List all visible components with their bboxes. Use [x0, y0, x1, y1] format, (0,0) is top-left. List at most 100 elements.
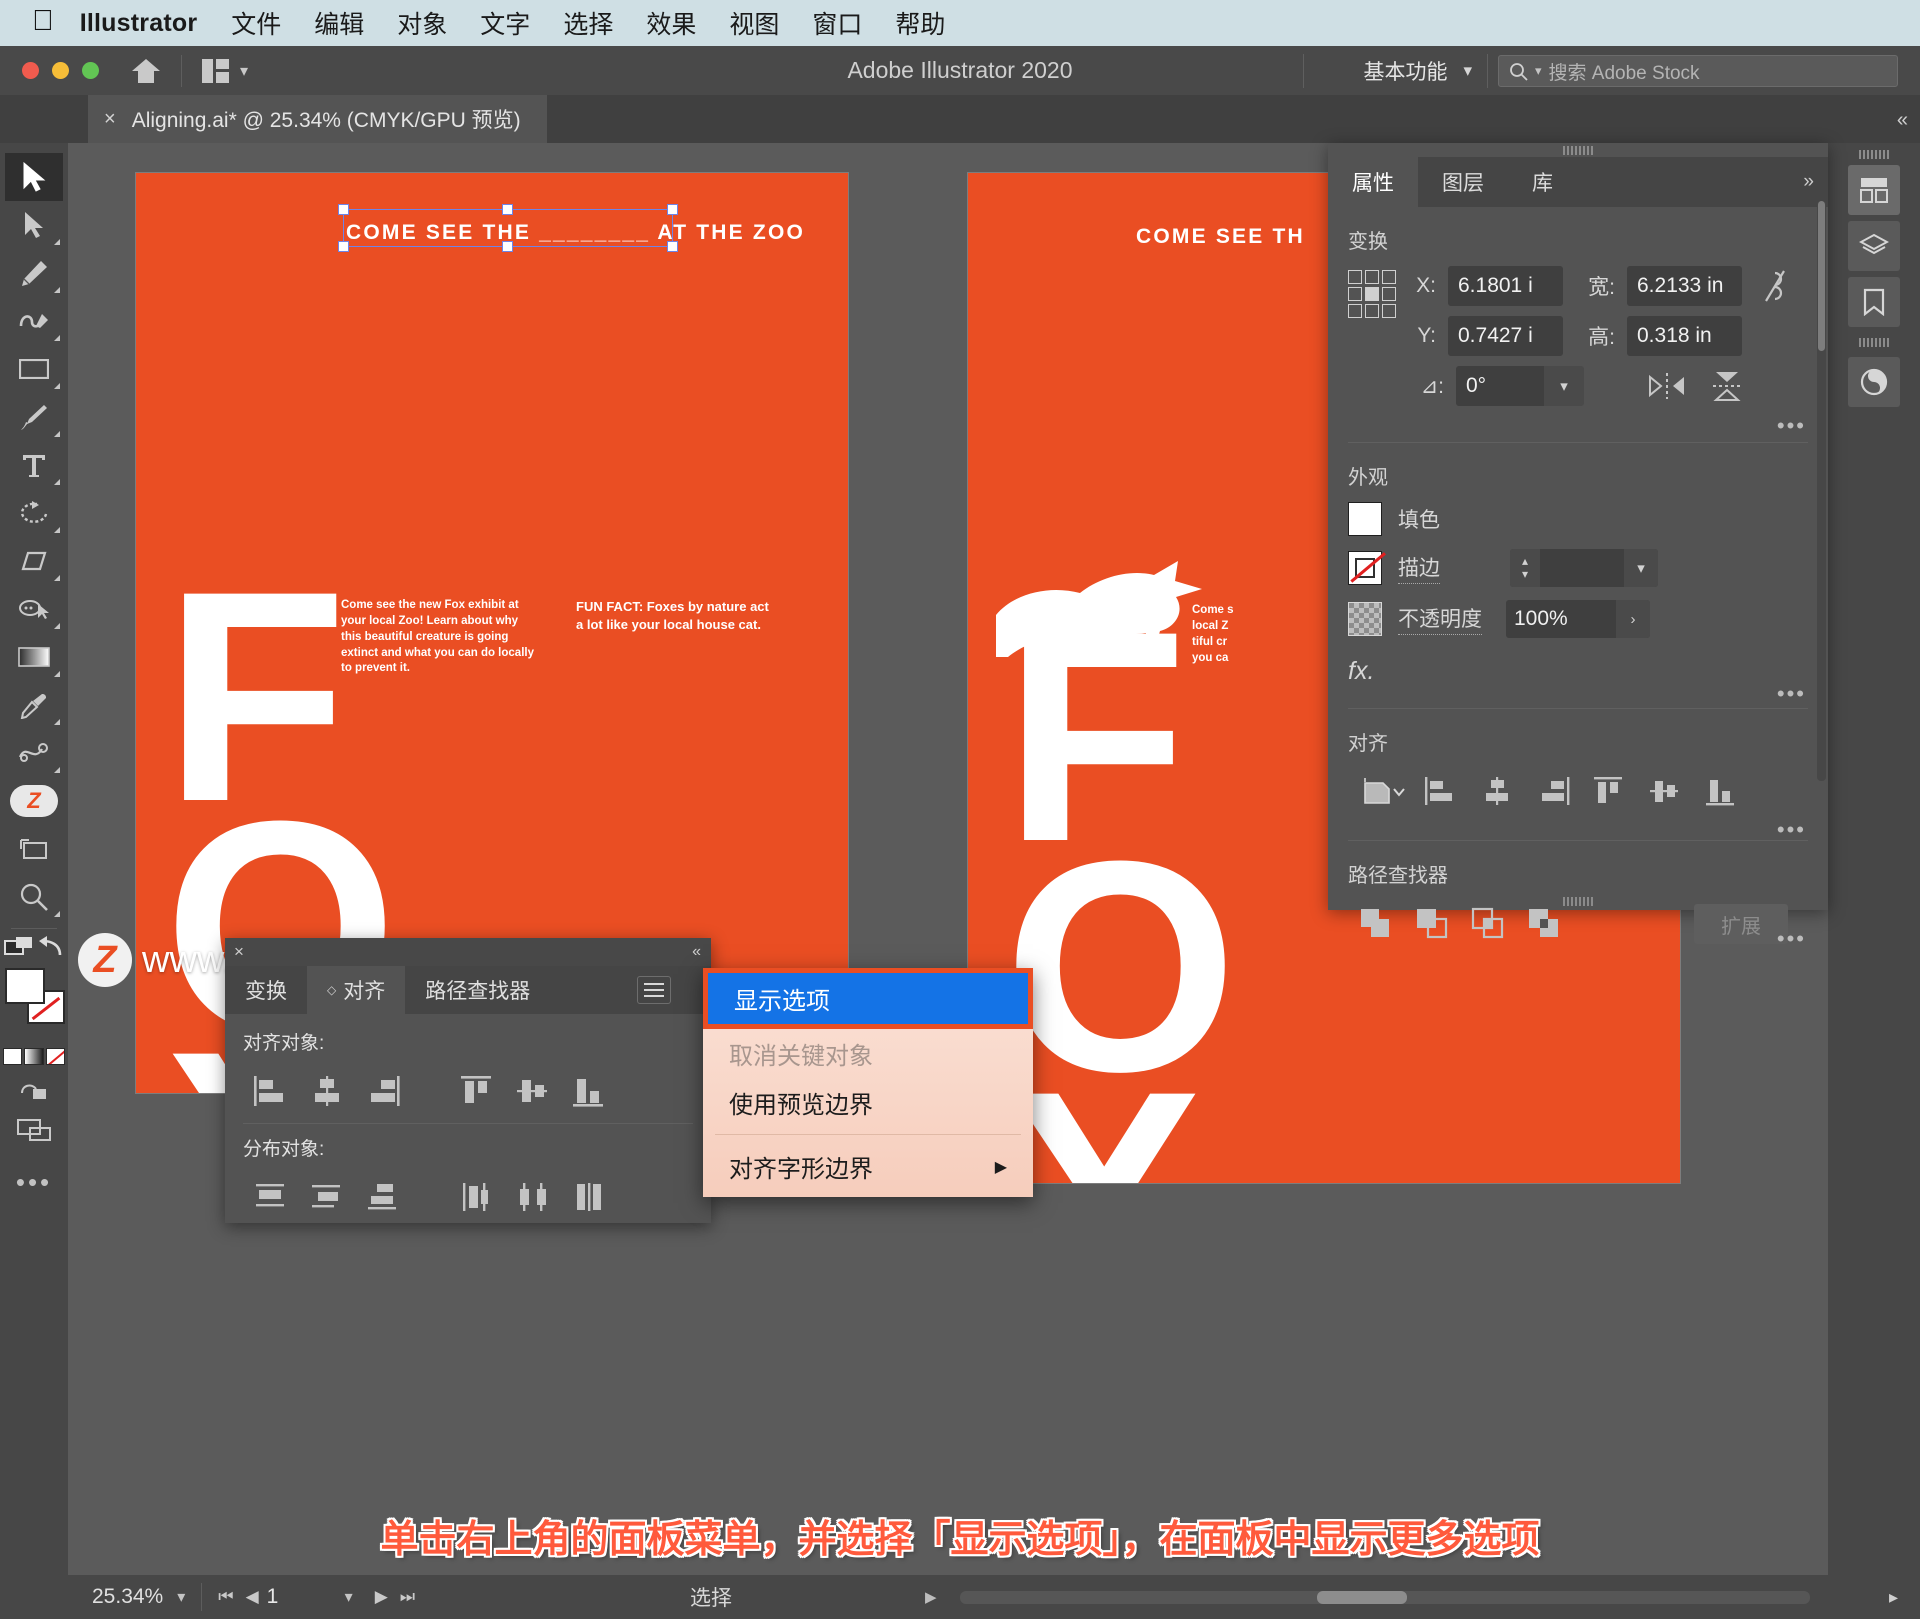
menu-item-file[interactable]: 文件 — [231, 5, 281, 41]
flip-horizontal-icon[interactable] — [1648, 371, 1686, 401]
horizontal-scrollbar[interactable] — [960, 1590, 1810, 1604]
align-top-icon[interactable] — [1582, 768, 1638, 814]
opacity-swatch-icon[interactable] — [1348, 602, 1382, 636]
menu-item-edit[interactable]: 编辑 — [314, 5, 364, 41]
gradient-swatch-icon[interactable] — [24, 1048, 44, 1065]
align-to-selection-icon[interactable] — [1348, 768, 1414, 814]
constrain-proportions-unlinked-icon[interactable] — [1762, 267, 1788, 305]
tool-zoom-tool[interactable] — [5, 873, 63, 921]
transform-more-options-icon[interactable]: ••• — [1777, 413, 1806, 439]
menu-item-align-glyph-bounds[interactable]: 对齐字形边界 ▶ — [703, 1142, 1033, 1191]
menu-item-show-options[interactable]: 显示选项 — [708, 973, 1028, 1024]
rail-grip[interactable] — [1828, 143, 1920, 159]
zoom-chevron-down-icon[interactable]: ▾ — [177, 1587, 185, 1607]
align-horizontal-center-icon[interactable] — [1470, 768, 1526, 814]
angle-input[interactable]: 0° — [1456, 366, 1544, 406]
menu-item-effect[interactable]: 效果 — [646, 5, 696, 41]
fill-swatch[interactable] — [5, 968, 45, 1004]
tool-paintbrush-tool[interactable] — [5, 393, 63, 441]
menu-item-type[interactable]: 文字 — [480, 5, 530, 41]
next-artboard-icon[interactable]: ▶ — [375, 1587, 388, 1607]
appearance-more-options-icon[interactable]: ••• — [1777, 681, 1806, 707]
arrange-chevron-down-icon[interactable]: ▾ — [240, 61, 248, 81]
search-dropdown-chevron-icon[interactable]: ▾ — [1535, 63, 1542, 79]
menu-item-view[interactable]: 视图 — [729, 5, 779, 41]
rail-layers-panel-icon[interactable] — [1848, 221, 1900, 271]
arrange-documents-icon[interactable] — [202, 58, 229, 83]
tab-transform[interactable]: 变换 — [225, 966, 307, 1014]
align-right-icon[interactable] — [355, 1068, 411, 1114]
distribute-left-icon[interactable] — [449, 1174, 505, 1220]
rail-properties-panel-icon[interactable] — [1848, 165, 1900, 215]
align-more-options-icon[interactable]: ••• — [1777, 817, 1806, 843]
fill-stroke-swatches[interactable] — [3, 964, 65, 1042]
menu-item-select[interactable]: 选择 — [563, 5, 613, 41]
distribute-top-icon[interactable] — [243, 1174, 299, 1220]
tab-pathfinder[interactable]: 路径查找器 — [405, 966, 550, 1014]
tool-gradient-tool[interactable] — [5, 633, 63, 681]
tool-eyedropper-tool[interactable] — [5, 681, 63, 729]
minimize-window-button[interactable] — [52, 62, 69, 79]
panel-menu-icon[interactable] — [637, 976, 671, 1004]
menu-item-window[interactable]: 窗口 — [812, 5, 862, 41]
poster-body-copy-left[interactable]: Come see the new Fox exhibit at your loc… — [341, 598, 541, 677]
tool-eraser-tool[interactable] — [5, 537, 63, 585]
tool-curvature-tool[interactable] — [5, 297, 63, 345]
tool-rectangle-tool[interactable] — [5, 345, 63, 393]
fill-color-swatch[interactable] — [1348, 502, 1382, 536]
zoom-level-input[interactable]: 25.34% — [92, 1585, 163, 1609]
align-vertical-center-icon[interactable] — [505, 1068, 561, 1114]
tab-align[interactable]: ◇ 对齐 — [307, 966, 406, 1014]
workspace-switcher[interactable]: 基本功能 ▾ — [1363, 56, 1472, 86]
double-chevron-left-icon[interactable]: « — [1897, 109, 1908, 132]
reference-point-icon[interactable] — [1348, 270, 1396, 318]
distribute-right-icon[interactable] — [561, 1174, 617, 1220]
collapse-icon[interactable]: « — [692, 943, 701, 961]
tool-free-transform-tool[interactable]: Z — [5, 777, 63, 825]
search-adobe-stock-input[interactable]: ▾ 搜索 Adobe Stock — [1498, 55, 1898, 87]
x-input[interactable]: 6.1801 i — [1448, 266, 1563, 306]
opacity-control[interactable]: 100% › — [1506, 600, 1650, 638]
none-swatch-icon[interactable] — [45, 1048, 65, 1065]
tool-pen-tool[interactable] — [5, 249, 63, 297]
maximize-window-button[interactable] — [82, 62, 99, 79]
align-top-icon[interactable] — [449, 1068, 505, 1114]
document-tab[interactable]: × Aligning.ai* @ 25.34% (CMYK/GPU 预览) — [88, 95, 547, 143]
angle-dropdown-chevron-icon[interactable]: ▾ — [1544, 366, 1584, 406]
menu-item-use-preview-bounds[interactable]: 使用预览边界 — [703, 1078, 1033, 1127]
apple-logo-icon[interactable]:  — [32, 6, 54, 36]
color-mode-row[interactable] — [3, 1048, 65, 1065]
tool-direct-selection-tool[interactable] — [5, 201, 63, 249]
align-left-icon[interactable] — [1414, 768, 1470, 814]
first-artboard-icon[interactable]: ⏮ — [218, 1587, 233, 1607]
last-artboard-icon[interactable]: ⏭ — [400, 1587, 415, 1607]
home-icon[interactable] — [131, 57, 161, 85]
align-vertical-center-icon[interactable] — [1638, 768, 1694, 814]
align-bottom-icon[interactable] — [1694, 768, 1750, 814]
height-input[interactable]: 0.318 in — [1627, 316, 1742, 356]
poster-body-copy-right[interactable]: Come s local Z tiful cr you ca — [1192, 603, 1262, 666]
stroke-weight-stepper[interactable]: ▴ ▾ ▾ — [1510, 549, 1658, 587]
distribute-horizontal-center-icon[interactable] — [505, 1174, 561, 1220]
double-chevron-right-icon[interactable]: » — [1803, 171, 1814, 193]
color-swatch-icon[interactable] — [3, 1048, 23, 1065]
panel-chevron-right-icon[interactable]: ▸ — [1889, 1587, 1898, 1608]
undo-arrow-icon[interactable] — [38, 936, 64, 958]
distribute-vertical-center-icon[interactable] — [299, 1174, 355, 1220]
pathfinder-more-options-icon[interactable]: ••• — [1777, 926, 1806, 952]
rail-libraries-panel-icon[interactable] — [1848, 277, 1900, 327]
window-controls[interactable] — [22, 62, 99, 79]
properties-dock[interactable]: 属性 图层 库 » 变换 X: 6.1801 i 宽: 6.2133 in Y:… — [1328, 143, 1828, 951]
stroke-color-swatch[interactable] — [1348, 551, 1382, 585]
tool-rotate-tool[interactable] — [5, 489, 63, 537]
tab-libraries[interactable]: 库 — [1508, 157, 1577, 207]
align-panel[interactable]: × « 变换 ◇ 对齐 路径查找器 对齐对象: 分布对象: — [225, 938, 711, 1223]
tool-width-tool[interactable] — [5, 729, 63, 777]
tab-properties[interactable]: 属性 — [1328, 157, 1418, 207]
tool-selection-tool[interactable] — [5, 153, 63, 201]
artboard-number-input[interactable]: 1 — [259, 1584, 345, 1610]
tool-type-tool[interactable] — [5, 441, 63, 489]
rail-color-panel-icon[interactable] — [1848, 357, 1900, 407]
screen-mode-icon[interactable] — [0, 1119, 68, 1141]
flip-vertical-icon[interactable] — [1710, 370, 1744, 402]
